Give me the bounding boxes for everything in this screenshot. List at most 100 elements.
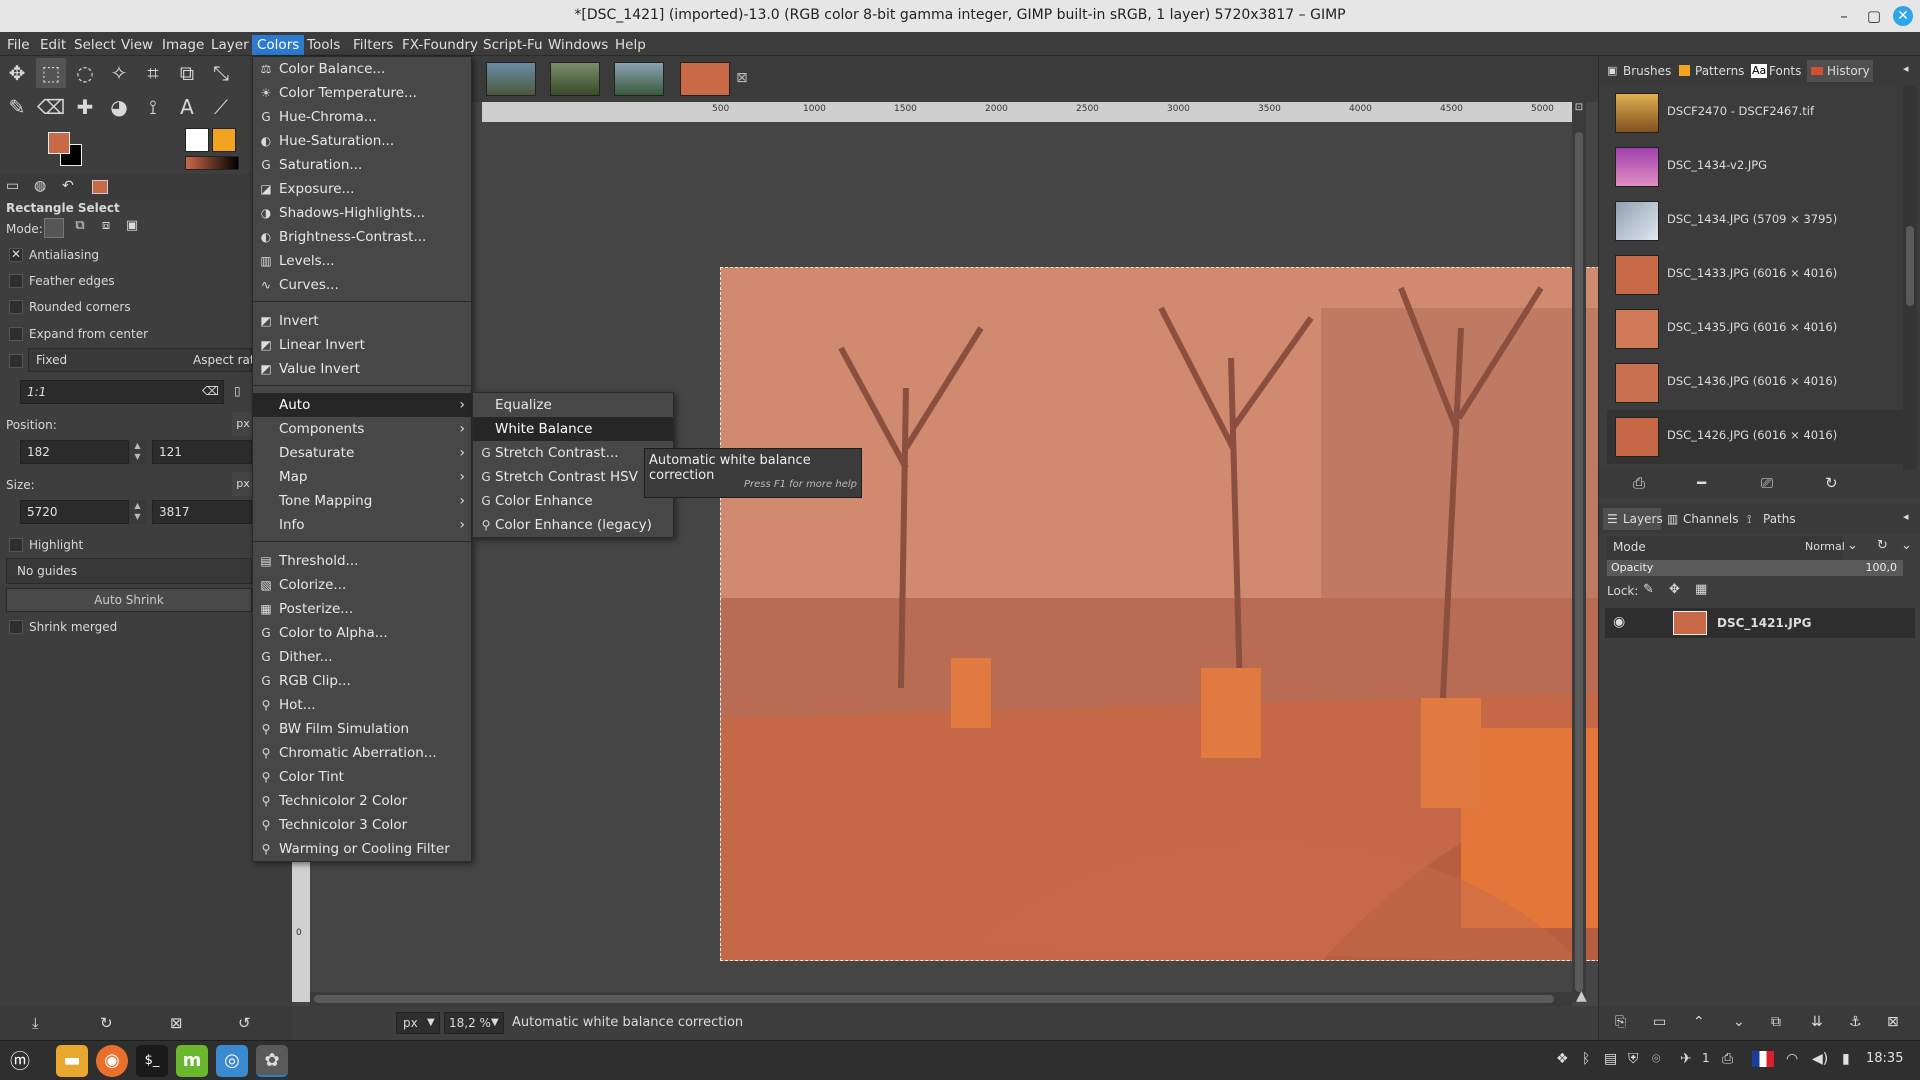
menu-script-fu[interactable]: Script-Fu — [478, 35, 548, 55]
move-tool-icon[interactable]: ✥ — [2, 58, 32, 88]
transform-tool-icon[interactable]: ⧉ — [172, 58, 202, 88]
menu-item-desaturate[interactable]: Desaturate › — [253, 441, 471, 465]
firefox-icon[interactable]: ◉ — [96, 1045, 128, 1077]
vertical-scrollbar[interactable] — [1572, 122, 1586, 1002]
menu-colors[interactable]: Colors — [252, 35, 305, 55]
fixed-checkbox[interactable] — [9, 354, 23, 368]
menu-view[interactable]: View — [116, 35, 158, 55]
menu-item-levels[interactable]: ▥ Levels... — [253, 249, 471, 273]
switch-mode-icon[interactable]: ↻ — [1877, 538, 1888, 553]
anchor-layer-icon[interactable]: ⚓ — [1849, 1014, 1862, 1030]
image-tab-1[interactable] — [486, 62, 536, 96]
menu-item-hue-saturation[interactable]: ◐ Hue-Saturation... — [253, 129, 471, 153]
mode-value[interactable]: Normal — [1805, 540, 1845, 553]
size-width-spinner[interactable]: ▲ ▼ — [128, 500, 146, 524]
tab-fonts[interactable]: Aa Fonts — [1749, 60, 1805, 82]
horizontal-scrollbar[interactable] — [310, 992, 1572, 1006]
feather-checkbox[interactable] — [9, 274, 23, 288]
menu-item-color-enhance[interactable]: G Color Enhance — [473, 489, 673, 513]
tab-brushes[interactable]: ▣ Brushes — [1603, 60, 1673, 82]
raise-layer-icon[interactable]: ⌃ — [1693, 1014, 1705, 1030]
save-options-icon[interactable]: ⤓ — [32, 1014, 39, 1032]
remove-entry-icon[interactable]: ━ — [1697, 474, 1706, 492]
merge-layer-icon[interactable]: ⇊ — [1811, 1014, 1823, 1030]
history-item[interactable]: DSC_1434-v2.JPG — [1607, 140, 1907, 194]
menu-help[interactable]: Help — [610, 35, 651, 55]
open-image-icon[interactable]: ⎙ — [1633, 474, 1645, 492]
eraser-tool-icon[interactable]: ⌫ — [36, 92, 66, 122]
menu-item-color-to-alpha[interactable]: G Color to Alpha... — [253, 621, 471, 645]
menu-item-warming-cooling[interactable]: ⚲ Warming or Cooling Filter — [253, 837, 471, 861]
menu-item-shadows-highlights[interactable]: ◑ Shadows-Highlights... — [253, 201, 471, 225]
clear-ratio-icon[interactable]: ⌫ — [202, 384, 219, 398]
menu-item-saturation[interactable]: G Saturation... — [253, 153, 471, 177]
menu-item-hot[interactable]: ⚲ Hot... — [253, 693, 471, 717]
menu-select[interactable]: Select — [69, 35, 121, 55]
menu-image[interactable]: Image — [157, 35, 209, 55]
heal-tool-icon[interactable]: ✚ — [70, 92, 100, 122]
paths-tool-icon[interactable]: ⟟ — [138, 92, 168, 122]
menu-item-technicolor-2[interactable]: ⚲ Technicolor 2 Color — [253, 789, 471, 813]
menu-item-stretch-contrast[interactable]: G Stretch Contrast... — [473, 441, 673, 465]
menu-filters[interactable]: Filters — [348, 35, 398, 55]
clock[interactable]: 18:35 — [1866, 1051, 1903, 1066]
size-unit[interactable]: px — [232, 472, 254, 496]
restore-options-icon[interactable]: ↻ — [100, 1014, 113, 1032]
tab-history[interactable]: History — [1807, 60, 1873, 82]
crop-tool-icon[interactable]: ⌗ — [138, 58, 168, 88]
delete-layer-icon[interactable]: ⊠ — [1887, 1014, 1899, 1030]
keyboard-layout-icon[interactable] — [1752, 1051, 1774, 1067]
duplicate-layer-icon[interactable]: ⧉ — [1771, 1014, 1781, 1030]
menu-item-equalize[interactable]: Equalize — [473, 393, 673, 417]
menu-item-colorize[interactable]: ▧ Colorize... — [253, 573, 471, 597]
mint-menu-icon[interactable]: ⓜ — [4, 1045, 36, 1077]
screenshot-icon[interactable]: ◎ — [216, 1045, 248, 1077]
wifi-icon[interactable]: ◠ — [1786, 1051, 1798, 1067]
brush-preview[interactable] — [185, 128, 209, 152]
menu-item-hue-chroma[interactable]: G Hue-Chroma... — [253, 105, 471, 129]
menu-item-exposure[interactable]: ◪ Exposure... — [253, 177, 471, 201]
maximize-button[interactable]: ▢ — [1864, 6, 1884, 26]
tab-layers[interactable]: ☰ Layers — [1603, 508, 1663, 530]
menu-item-posterize[interactable]: ▦ Posterize... — [253, 597, 471, 621]
tab-patterns[interactable]: Patterns — [1675, 60, 1747, 82]
menu-item-brightness-contrast[interactable]: ◐ Brightness-Contrast... — [253, 225, 471, 249]
files-icon[interactable]: ▬ — [56, 1045, 88, 1077]
highlight-checkbox[interactable] — [9, 538, 23, 552]
new-group-icon[interactable]: ▭ — [1653, 1014, 1666, 1030]
auto-shrink-button[interactable]: Auto Shrink — [6, 588, 252, 612]
shrink-merged-checkbox[interactable] — [9, 620, 23, 634]
menu-item-dither[interactable]: G Dither... — [253, 645, 471, 669]
rounded-corners-checkbox[interactable] — [9, 300, 23, 314]
bluetooth-icon[interactable]: ᛒ — [1582, 1051, 1590, 1067]
menu-edit[interactable]: Edit — [35, 35, 71, 55]
menu-fx-foundry[interactable]: FX-Foundry — [397, 35, 483, 55]
menu-item-auto[interactable]: Auto › — [253, 393, 471, 417]
printer-icon[interactable]: ⎙ — [1722, 1051, 1733, 1067]
zoom-select[interactable]: 18,2 % ▼ — [444, 1012, 504, 1034]
position-unit[interactable]: px — [232, 412, 254, 436]
foreground-color-swatch[interactable] — [48, 132, 70, 154]
delete-options-icon[interactable]: ⊠ — [170, 1014, 183, 1032]
terminal-icon[interactable]: $_ — [136, 1045, 168, 1077]
menu-item-linear-invert[interactable]: ◩ Linear Invert — [253, 333, 471, 357]
guides-dropdown[interactable]: No guides — [6, 558, 252, 584]
menu-item-threshold[interactable]: ▤ Threshold... — [253, 549, 471, 573]
mode-replace-icon[interactable] — [44, 218, 64, 238]
menu-item-rgb-clip[interactable]: G RGB Clip... — [253, 669, 471, 693]
tool-options-tab-icon[interactable]: ▭ — [6, 178, 19, 194]
menu-item-color-tint[interactable]: ⚲ Color Tint — [253, 765, 471, 789]
history-item[interactable]: DSC_1433.JPG (6016 × 4016) — [1607, 248, 1907, 302]
lock-alpha-icon[interactable]: ▦ — [1695, 582, 1707, 597]
unit-select[interactable]: px ▼ — [396, 1012, 440, 1034]
antialiasing-checkbox[interactable] — [9, 247, 23, 262]
mode-intersect-icon[interactable]: ▣ — [122, 218, 142, 238]
menu-item-white-balance[interactable]: White Balance — [473, 417, 673, 441]
menu-item-color-enhance-legacy[interactable]: ⚲ Color Enhance (legacy) — [473, 513, 673, 537]
menu-tools[interactable]: Tools — [302, 35, 345, 55]
menu-item-tone-mapping[interactable]: Tone Mapping › — [253, 489, 471, 513]
tab-channels[interactable]: ▥ Channels — [1663, 508, 1741, 530]
menu-item-chromatic-aberration[interactable]: ⚲ Chromatic Aberration... — [253, 741, 471, 765]
layer-name[interactable]: DSC_1421.JPG — [1717, 616, 1811, 630]
reset-options-icon[interactable]: ↺ — [238, 1014, 251, 1032]
